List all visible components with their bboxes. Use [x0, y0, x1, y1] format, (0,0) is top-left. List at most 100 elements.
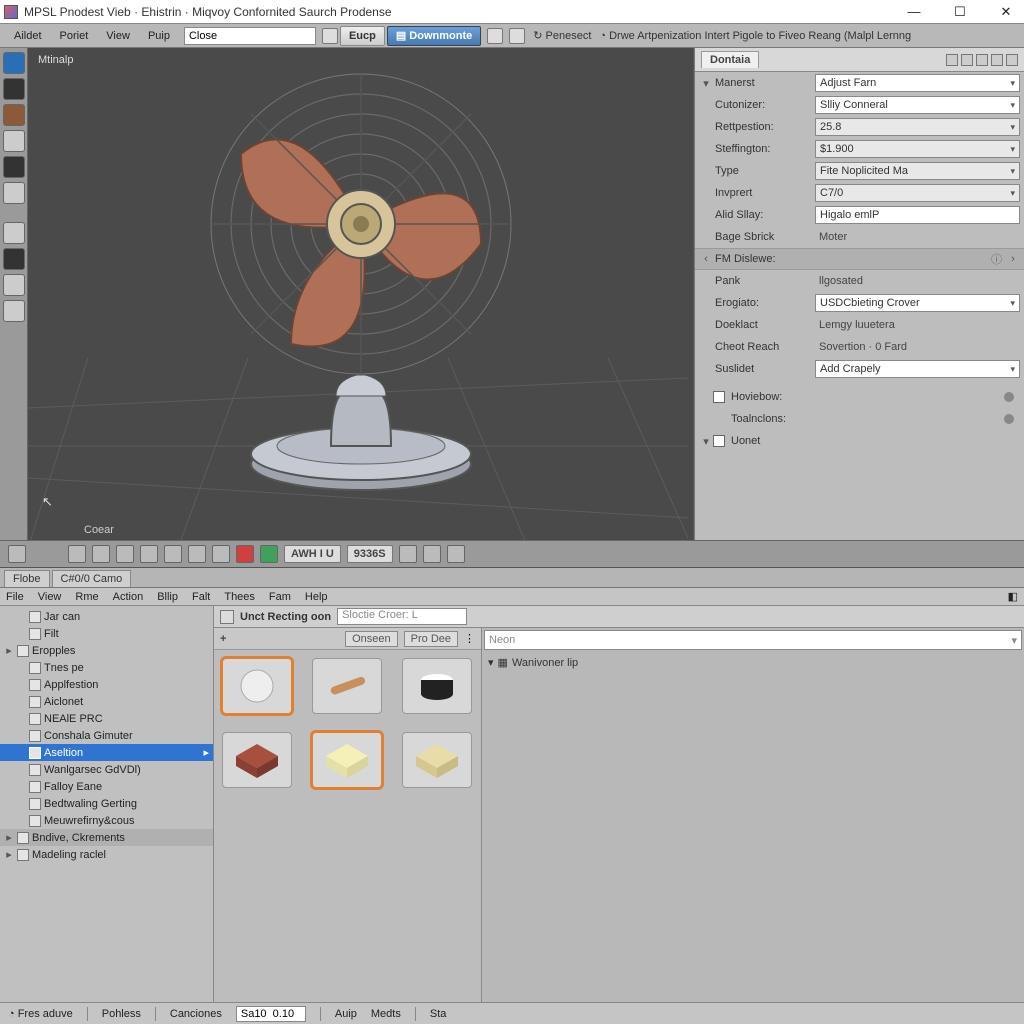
mid-ico-3[interactable] [92, 545, 110, 563]
drive-label[interactable]: ◔ Drwe Artpenization Intert Pigole to Fi… [599, 30, 911, 42]
tool-6[interactable] [3, 182, 25, 204]
mid-ico-red[interactable] [236, 545, 254, 563]
asset-icon[interactable] [220, 610, 234, 624]
menu-poriet[interactable]: Poriet [52, 28, 97, 44]
tree-item[interactable]: NEAlE PRC [0, 710, 213, 727]
prop-select[interactable]: Adjust Farn▾ [815, 74, 1020, 92]
prop-select[interactable]: C7/0▾ [815, 184, 1020, 202]
chevron-right-icon[interactable]: › [1006, 253, 1020, 265]
close-button[interactable]: ✕ [992, 2, 1020, 22]
asset-more-icon[interactable]: ⋮ [464, 632, 475, 645]
tool-9[interactable] [3, 274, 25, 296]
mid-ico-9[interactable] [399, 545, 417, 563]
tree-twisty-icon[interactable]: ▸ [4, 644, 14, 657]
tree-item[interactable]: Jar can [0, 608, 213, 625]
downmonte-button[interactable]: ▤Downmonte [387, 26, 481, 46]
tab-camo[interactable]: C#0/0 Camo [52, 570, 132, 587]
viewport-3d[interactable]: Mtinalp [28, 48, 694, 540]
check-hoviebow[interactable]: Hoviebow: [695, 386, 1024, 408]
smenu-view[interactable]: View [38, 591, 62, 603]
smenu-close-icon[interactable]: ◧ [1008, 590, 1018, 603]
menu-puip[interactable]: Puip [140, 28, 178, 44]
mid-ico-11[interactable] [447, 545, 465, 563]
tree-twisty-icon[interactable]: ▸ [4, 848, 14, 861]
tool-4[interactable] [3, 130, 25, 152]
tool-8[interactable] [3, 248, 25, 270]
smenu-help[interactable]: Help [305, 591, 328, 603]
tree-item[interactable]: ▸Eropples [0, 642, 213, 659]
tree-view[interactable]: Jar canFilt▸EropplesTnes peApplfestionAi… [0, 606, 214, 1002]
mid-ico-2[interactable] [68, 545, 86, 563]
smenu-bllip[interactable]: Bllip [157, 591, 178, 603]
props-tab[interactable]: Dontaia [701, 51, 759, 68]
minimize-button[interactable]: — [900, 2, 928, 22]
smenu-file[interactable]: File [6, 591, 24, 603]
menu-aildet[interactable]: Aildet [6, 28, 50, 44]
smenu-falt[interactable]: Falt [192, 591, 210, 603]
dropdown-icon[interactable]: ▾ [1011, 634, 1017, 647]
mid-ico-1[interactable] [8, 545, 26, 563]
chevron-down-icon[interactable]: ▾ [699, 435, 713, 448]
close-input[interactable] [184, 27, 316, 45]
status-2[interactable]: Pohless [102, 1008, 141, 1020]
tool-5[interactable] [3, 156, 25, 178]
thumb-1[interactable] [222, 658, 292, 714]
tab-flobe[interactable]: Flobe [4, 570, 50, 587]
tree-item[interactable]: Applfestion [0, 676, 213, 693]
status-5[interactable]: Medts [371, 1008, 401, 1020]
panel-icon-2[interactable] [990, 573, 1004, 587]
prop-select[interactable]: Fite Noplicited Ma▾ [815, 162, 1020, 180]
tree-item[interactable]: ▸Madeling raclel [0, 846, 213, 863]
thumb-3[interactable] [402, 658, 472, 714]
props-section[interactable]: ‹ FM Dislewe: ⓘ › [695, 248, 1024, 270]
tree-item[interactable]: ▸Bndive, Ckrements [0, 829, 213, 846]
tree-item[interactable]: Filt [0, 625, 213, 642]
mid-ico-10[interactable] [423, 545, 441, 563]
menu-view[interactable]: View [98, 28, 138, 44]
info-icon[interactable]: ⓘ [991, 251, 1002, 267]
mid-ico-7[interactable] [188, 545, 206, 563]
prop-select[interactable]: Slliy Conneral▾ [815, 96, 1020, 114]
detail-search[interactable]: Neon▾ [484, 630, 1022, 650]
mid-ico-4[interactable] [116, 545, 134, 563]
mid-ico-green[interactable] [260, 545, 278, 563]
penesect-label[interactable]: ↻ Penesect [533, 29, 591, 42]
thumb-6[interactable] [402, 732, 472, 788]
search-icon[interactable] [509, 28, 525, 44]
smenu-action[interactable]: Action [113, 591, 144, 603]
tool-3[interactable] [3, 104, 25, 126]
mid-text-1[interactable]: AWH I U [284, 545, 341, 563]
thumb-2[interactable] [312, 658, 382, 714]
status-1[interactable]: ◔ Fres aduve [8, 1008, 73, 1020]
smenu-thees[interactable]: Thees [224, 591, 255, 603]
mid-ico-8[interactable] [212, 545, 230, 563]
tool-10[interactable] [3, 300, 25, 322]
mid-ico-5[interactable] [140, 545, 158, 563]
prop-input[interactable]: Higalo emlP [815, 206, 1020, 224]
tool-2[interactable] [3, 78, 25, 100]
eucp-button[interactable]: Eucp [340, 26, 385, 46]
dropdown-icon[interactable] [322, 28, 338, 44]
prop-select[interactable]: $1.900▾ [815, 140, 1020, 158]
smenu-rme[interactable]: Rme [75, 591, 98, 603]
tree-item[interactable]: Meuwrefirny&cous [0, 812, 213, 829]
chevron-left-icon[interactable]: ‹ [699, 253, 713, 265]
panel-icon-3[interactable] [1006, 573, 1020, 587]
status-input[interactable] [236, 1006, 306, 1022]
tree-item[interactable]: Wanlgarsec GdVDl) [0, 761, 213, 778]
tree-item[interactable]: Aiclonet [0, 693, 213, 710]
status-3[interactable]: Canciones [170, 1008, 222, 1020]
tree-twisty-icon[interactable]: ▸ [4, 831, 14, 844]
thumb-5[interactable] [312, 732, 382, 788]
detail-item[interactable]: ▾▦Wanivoner lip [482, 652, 1024, 673]
mid-ico-6[interactable] [164, 545, 182, 563]
asset-search[interactable]: Sloctie Croer: L [337, 608, 467, 625]
status-6[interactable]: Sta [430, 1008, 447, 1020]
panel-icon-1[interactable] [974, 573, 988, 587]
props-header-icons[interactable] [946, 54, 1018, 66]
tree-item[interactable]: Tnes pe [0, 659, 213, 676]
mid-text-2[interactable]: 9336S [347, 545, 393, 563]
check-uonet[interactable]: ▾Uonet [695, 430, 1024, 452]
tool-1[interactable] [3, 52, 25, 74]
tree-item[interactable]: Aseltion▸ [0, 744, 213, 761]
